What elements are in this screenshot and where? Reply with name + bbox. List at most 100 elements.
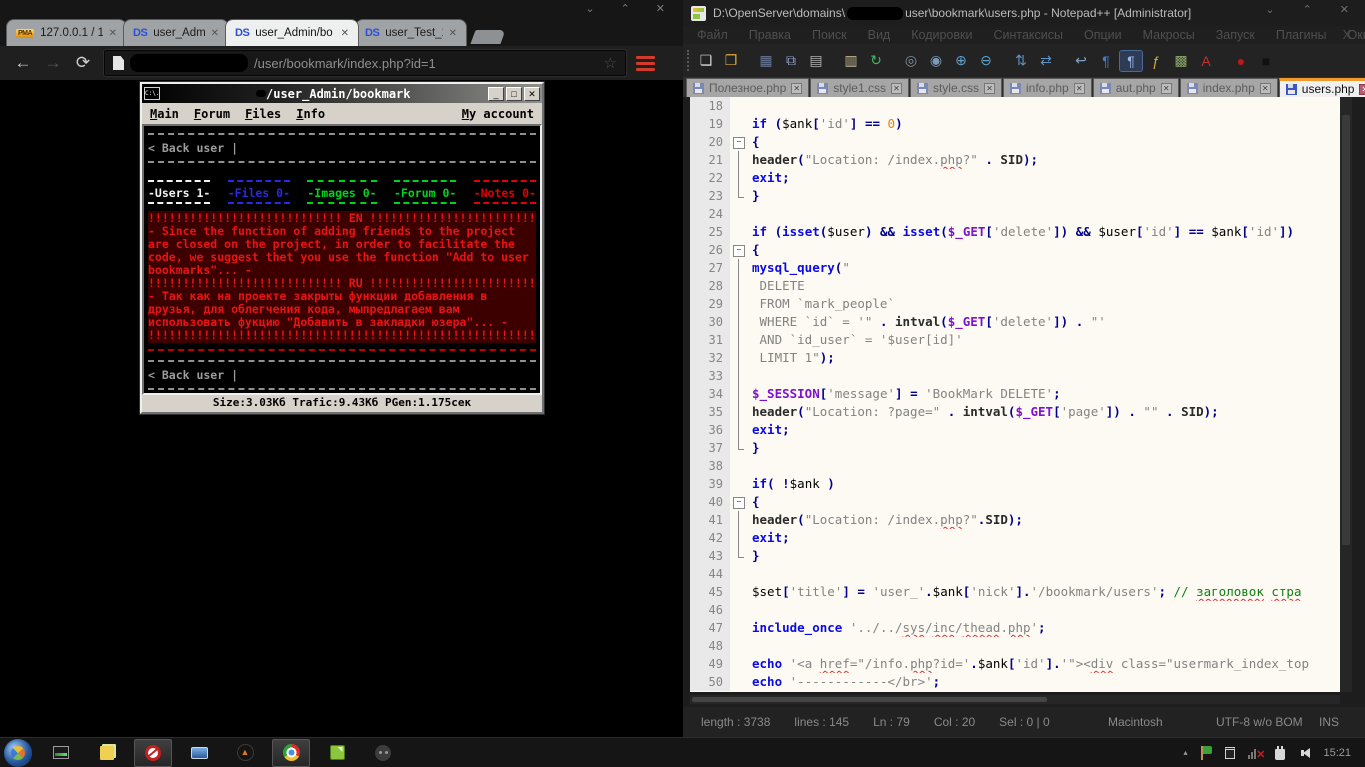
back-user-link[interactable]: < Back user | xyxy=(148,142,536,155)
url-bar[interactable]: /user/bookmark/index.php?id=1 ☆ xyxy=(104,50,626,76)
npp-menu-опции[interactable]: Опции xyxy=(1084,28,1122,42)
open-file-icon[interactable]: ❐ xyxy=(720,51,742,71)
tab-close-icon[interactable]: ✕ xyxy=(341,28,349,39)
show-all-chars-icon[interactable]: ¶ xyxy=(1120,51,1142,71)
display-settings-icon[interactable] xyxy=(180,739,218,767)
action-center-flag-icon[interactable] xyxy=(1200,746,1212,760)
npp-tab--php[interactable]: Полезное.php✕ xyxy=(686,78,809,97)
function-list-icon[interactable]: ƒ xyxy=(1145,51,1167,71)
browser-menu-icon[interactable] xyxy=(636,56,655,71)
volume-icon[interactable] xyxy=(1298,748,1310,758)
browser-tab-127-0-0-1-127[interactable]: PMA127.0.0.1 / 127✕ xyxy=(6,19,127,46)
npp-minimize-button[interactable]: ⌄ xyxy=(1265,3,1274,16)
tab-close-icon[interactable]: ✕ xyxy=(109,28,117,39)
new-tab-button[interactable] xyxy=(470,30,505,44)
npp-menu-файл[interactable]: Файл xyxy=(697,28,728,42)
tab-close-icon[interactable]: ✕ xyxy=(449,28,457,39)
replace-icon[interactable]: ◉ xyxy=(925,51,947,71)
speed-monitor-icon[interactable] xyxy=(134,739,172,767)
site-menu-my-account[interactable]: My account xyxy=(462,107,534,121)
site-minimize-button[interactable]: _ xyxy=(488,87,504,101)
npp-tab-info-php[interactable]: info.php✕ xyxy=(1003,78,1092,97)
npp-tab-close-icon[interactable]: ✕ xyxy=(891,83,902,94)
show-hidden-icon[interactable]: ▴ xyxy=(1183,748,1187,757)
redo-icon[interactable]: ↻ xyxy=(865,51,887,71)
paste-icon[interactable]: ▥ xyxy=(840,51,862,71)
npp-menu-синтаксисы[interactable]: Синтаксисы xyxy=(993,28,1063,42)
npp-tab-close-icon[interactable]: ✕ xyxy=(791,83,802,94)
fold-marker[interactable] xyxy=(730,241,747,259)
back-user-link[interactable]: < Back user | xyxy=(148,369,536,382)
npp-tab-close-icon[interactable]: ✕ xyxy=(1260,83,1271,94)
browser-tab-user-test-1234[interactable]: DSuser_Test_1234✕ xyxy=(355,19,467,46)
url-text[interactable]: /user/bookmark/index.php?id=1 xyxy=(254,56,598,71)
reload-button[interactable]: ⟳ xyxy=(68,53,98,73)
safely-remove-icon[interactable] xyxy=(1275,749,1285,760)
network-error-icon[interactable]: ✕ xyxy=(1248,747,1262,759)
clock[interactable]: 15:21 xyxy=(1323,747,1351,759)
record-macro-icon[interactable]: ● xyxy=(1230,51,1252,71)
npp-tab-style1-css[interactable]: style1.css✕ xyxy=(810,78,909,97)
fold-marker[interactable] xyxy=(730,493,747,511)
zoom-out-icon[interactable]: ⊖ xyxy=(975,51,997,71)
find-icon[interactable]: ◎ xyxy=(900,51,922,71)
npp-menu-запуск[interactable]: Запуск xyxy=(1216,28,1255,42)
site-menu-forum[interactable]: Forum xyxy=(194,107,230,121)
npp-menu-плагины[interactable]: Плагины xyxy=(1276,28,1327,42)
sync-scroll-v-icon[interactable]: ⇅ xyxy=(1010,51,1032,71)
sync-scroll-h-icon[interactable]: ⇄ xyxy=(1035,51,1057,71)
resource-monitor-icon[interactable] xyxy=(42,739,80,767)
vertical-scrollbar[interactable] xyxy=(1340,97,1352,692)
site-close-button[interactable]: ✕ xyxy=(524,87,540,101)
zoom-in-icon[interactable]: ⊕ xyxy=(950,51,972,71)
npp-menu-вид[interactable]: Вид xyxy=(868,28,891,42)
fold-marker[interactable] xyxy=(730,133,747,151)
sticky-notes-icon[interactable] xyxy=(88,739,126,767)
npp-tab-users-php[interactable]: users.php✕ xyxy=(1279,78,1365,97)
save-all-icon[interactable]: ⧉ xyxy=(780,51,802,71)
tab-close-icon[interactable]: ✕ xyxy=(211,28,219,39)
daemon-tools-icon[interactable]: ▲ xyxy=(226,739,264,767)
site-menu-files[interactable]: Files xyxy=(245,107,281,121)
browser-close-button[interactable]: ✕ xyxy=(656,2,665,15)
stop-macro-icon[interactable]: ■ xyxy=(1255,51,1277,71)
notepad-plus-plus-icon[interactable] xyxy=(318,739,356,767)
npp-tab-close-icon[interactable]: ✕ xyxy=(984,83,995,94)
forward-button[interactable]: → xyxy=(38,53,68,73)
browser-tab-user-admin-bo[interactable]: DSuser_Admin/bo✕ xyxy=(225,19,359,46)
back-button[interactable]: ← xyxy=(8,53,38,73)
bookmark-star-icon[interactable]: ☆ xyxy=(604,54,617,72)
site-maximize-button[interactable]: □ xyxy=(506,87,522,101)
npp-tab-close-icon[interactable]: ✕ xyxy=(1161,83,1172,94)
npp-menu-поиск[interactable]: Поиск xyxy=(812,28,847,42)
word-wrap-icon[interactable]: ↩ xyxy=(1070,51,1092,71)
show-paragraph-icon[interactable]: ¶ xyxy=(1095,51,1117,71)
browser-tab-user-admin[interactable]: DSuser_Admin✕ xyxy=(123,19,229,46)
npp-tab-style-css[interactable]: style.css✕ xyxy=(910,78,1002,97)
print-icon[interactable]: ▤ xyxy=(805,51,827,71)
npp-menu-кодировки[interactable]: Кодировки xyxy=(911,28,972,42)
document-map-icon[interactable]: ▩ xyxy=(1170,51,1192,71)
site-menu-info[interactable]: Info xyxy=(296,107,325,121)
npp-menu-правка[interactable]: Правка xyxy=(749,28,791,42)
code-editor[interactable]: 1819if ($ank['id'] == 0)20{21header("Loc… xyxy=(690,97,1340,692)
npp-close-button[interactable]: ✕ xyxy=(1340,3,1349,16)
npp-tab-aut-php[interactable]: aut.php✕ xyxy=(1093,78,1179,97)
browser-maximize-button[interactable]: ⌃ xyxy=(621,2,630,15)
npp-tab-close-icon[interactable]: ✕ xyxy=(1359,84,1365,95)
messenger-icon[interactable] xyxy=(364,739,402,767)
syntax-check-icon[interactable]: A xyxy=(1195,51,1217,71)
npp-menu-макросы[interactable]: Макросы xyxy=(1143,28,1195,42)
npp-tab-index-php[interactable]: index.php✕ xyxy=(1180,78,1278,97)
npp-tab-close-icon[interactable]: ✕ xyxy=(1074,83,1085,94)
save-icon[interactable]: ▦ xyxy=(755,51,777,71)
browser-minimize-button[interactable]: ⌄ xyxy=(585,2,594,15)
start-button[interactable] xyxy=(4,739,32,767)
new-file-icon[interactable]: ❏ xyxy=(695,51,717,71)
trash-icon[interactable] xyxy=(1225,747,1235,759)
site-menu-main[interactable]: Main xyxy=(150,107,179,121)
chrome-icon[interactable] xyxy=(272,739,310,767)
npp-menu-close[interactable]: X xyxy=(1343,28,1351,42)
horizontal-scrollbar[interactable] xyxy=(690,695,1340,704)
npp-maximize-button[interactable]: ⌃ xyxy=(1303,3,1312,16)
